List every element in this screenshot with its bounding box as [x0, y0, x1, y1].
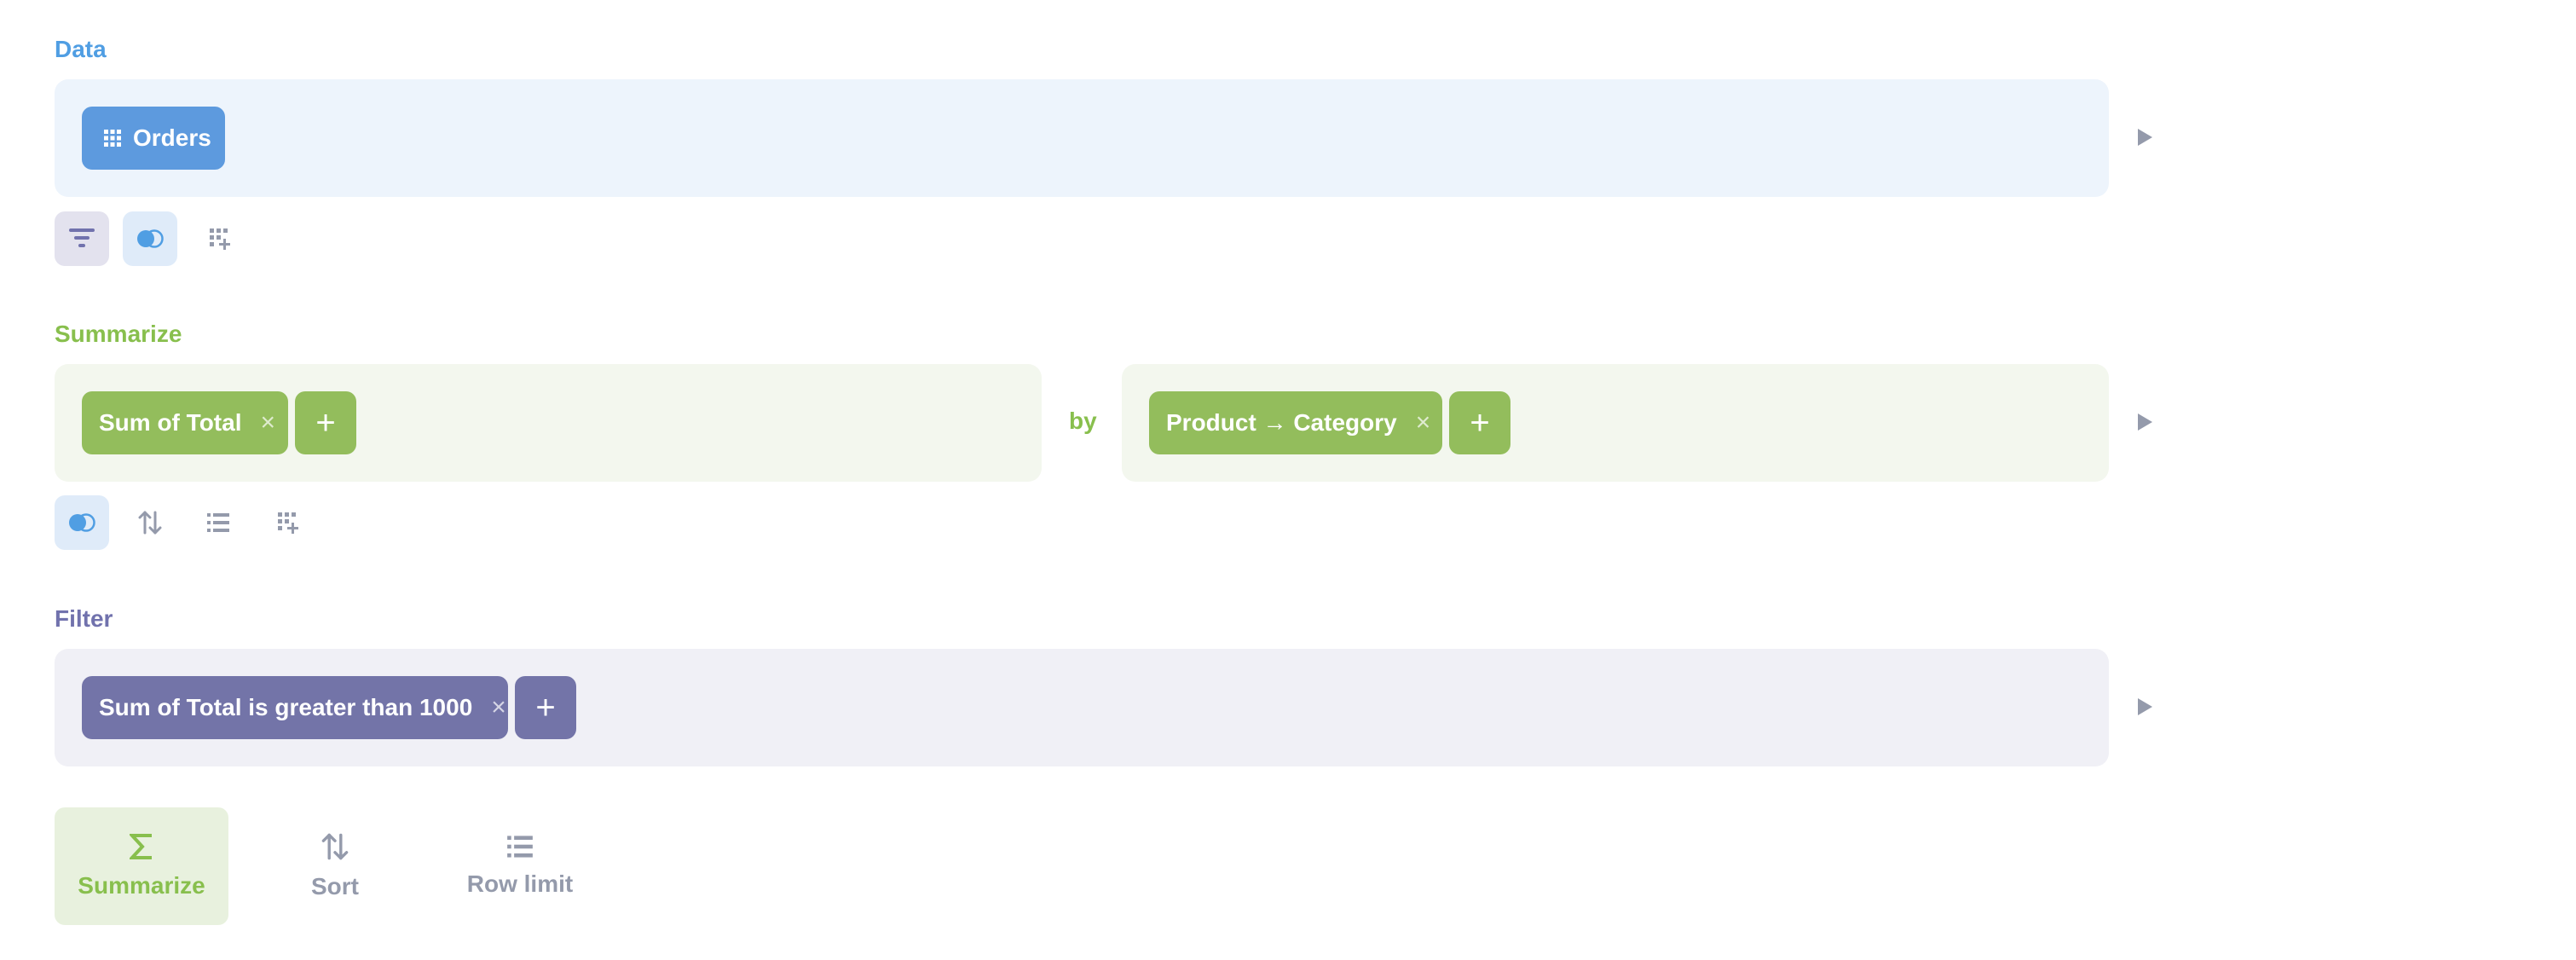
remove-breakout-icon[interactable]: × [1416, 408, 1431, 437]
data-play-icon[interactable] [2138, 129, 2152, 146]
summarize-sort-button[interactable] [123, 495, 177, 550]
summarize-action-button[interactable]: Summarize [55, 807, 228, 925]
summarize-row-limit-button[interactable] [191, 495, 245, 550]
orders-label: Orders [133, 124, 211, 151]
row-limit-action-button[interactable]: Row limit [452, 807, 588, 925]
row-limit-action-label: Row limit [466, 870, 574, 897]
summarize-custom-column-button[interactable] [261, 495, 315, 550]
add-filter-button[interactable]: + [515, 676, 576, 739]
filter-play-icon[interactable] [2138, 698, 2152, 715]
add-metric-button[interactable]: + [295, 391, 356, 454]
custom-column-icon [210, 228, 230, 250]
filter-section-label: Filter [55, 605, 113, 632]
by-label: by [1069, 408, 1097, 434]
sort-icon [321, 833, 349, 860]
breakout-label: Product → Category [1166, 409, 1397, 436]
custom-column-action-button[interactable] [193, 211, 247, 266]
row-limit-icon [207, 513, 229, 532]
orders-source-button[interactable]: Orders [82, 107, 225, 170]
metric-chip[interactable]: Sum of Total × [82, 391, 288, 454]
summarize-section-label: Summarize [55, 321, 182, 347]
filter-icon [69, 228, 95, 247]
breakout-chip[interactable]: Product → Category × [1149, 391, 1442, 454]
remove-filter-icon[interactable]: × [491, 693, 506, 722]
row-limit-icon [507, 836, 533, 858]
filter-action-button[interactable] [55, 211, 109, 266]
summarize-action-label: Summarize [78, 872, 205, 899]
join-icon [137, 229, 164, 248]
metric-label: Sum of Total [99, 409, 242, 436]
filter-chip[interactable]: Sum of Total is greater than 1000 × [82, 676, 508, 739]
sort-action-button[interactable]: Sort [280, 807, 390, 925]
table-grid-icon [104, 130, 121, 147]
add-breakout-button[interactable]: + [1449, 391, 1510, 454]
sort-action-label: Sort [311, 873, 359, 899]
join-icon [69, 513, 95, 532]
summarize-play-icon[interactable] [2138, 413, 2152, 431]
summarize-join-button[interactable] [55, 495, 109, 550]
data-panel [55, 79, 2109, 197]
sigma-icon [130, 834, 152, 859]
data-section-label: Data [55, 36, 107, 62]
custom-column-icon [278, 512, 298, 534]
sort-icon [138, 511, 162, 535]
filter-label: Sum of Total is greater than 1000 [99, 694, 473, 720]
join-action-button[interactable] [123, 211, 177, 266]
remove-metric-icon[interactable]: × [260, 408, 275, 437]
